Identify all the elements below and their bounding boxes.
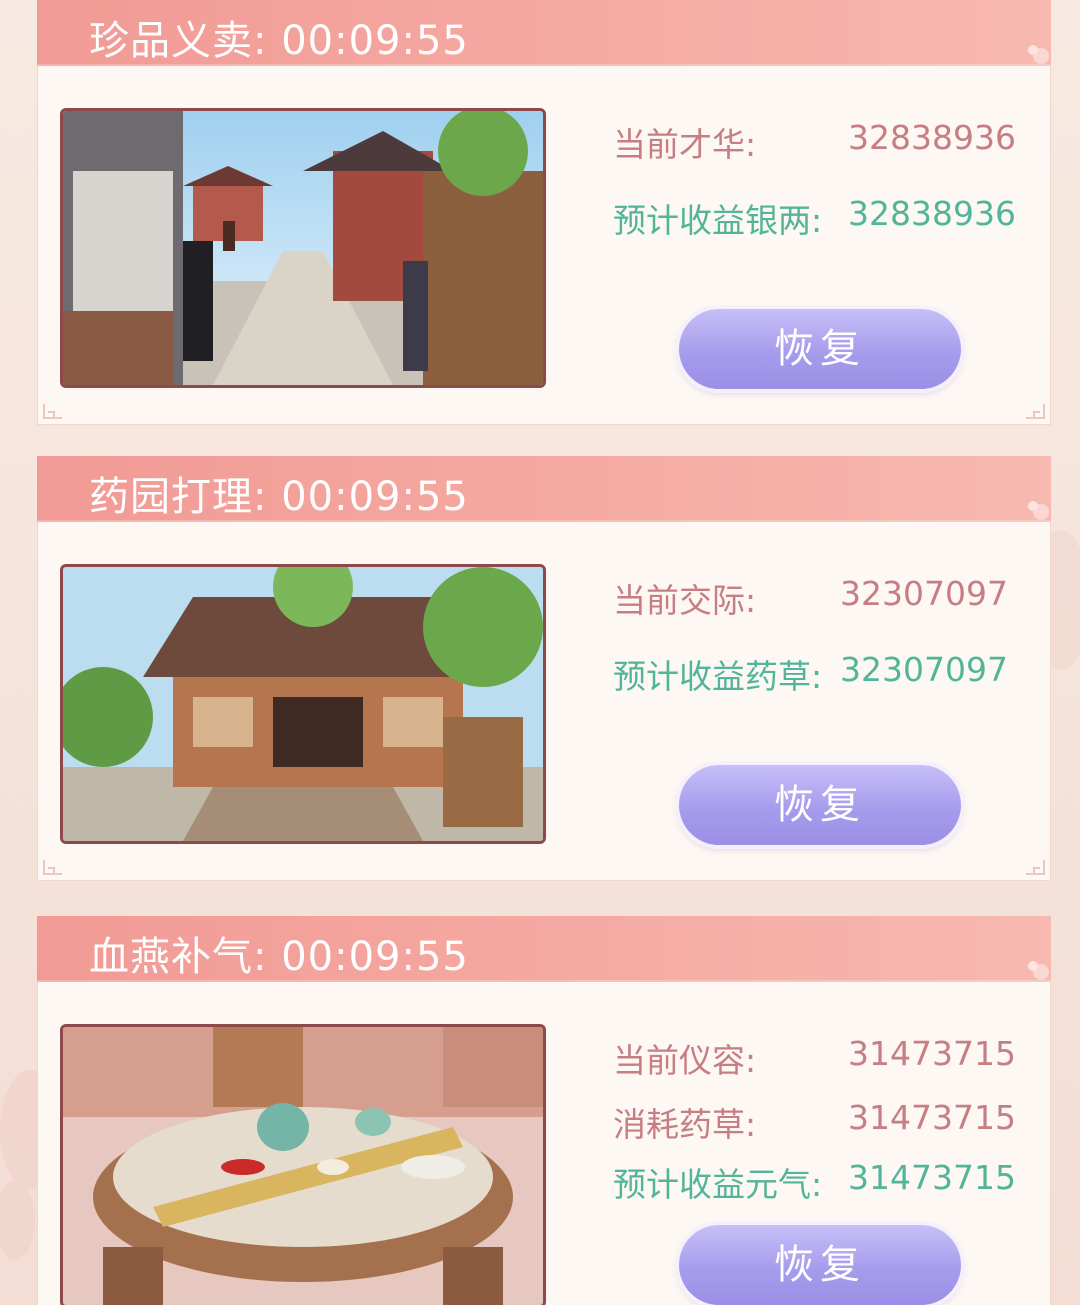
info-value: 31473715 <box>848 1034 1016 1073</box>
card-title: 血燕补气: 00:09:55 <box>89 934 469 980</box>
card-body: 当前仪容: 31473715 消耗药草: 31473715 预计收益元气: 31… <box>37 982 1051 1305</box>
info-label: 当前仪容: <box>613 1041 757 1080</box>
info-label: 预计收益元气: <box>613 1165 823 1204</box>
info-value: 32307097 <box>840 574 1008 613</box>
card-body: 当前才华: 32838936 预计收益银两: 32838936 恢复 <box>37 66 1051 425</box>
corner-ornament-icon <box>1026 860 1045 875</box>
info-label: 当前才华: <box>613 125 757 164</box>
corner-ornament-icon <box>43 860 62 875</box>
card-header: 血燕补气: 00:09:55 <box>37 916 1051 982</box>
info-label: 预计收益银两: <box>613 201 823 240</box>
herb-garden-scene <box>60 564 546 844</box>
info-row-social: 当前交际: <box>613 574 756 622</box>
tea-table-scene <box>60 1024 546 1305</box>
flower-deco-icon <box>1028 45 1049 64</box>
info-label: 消耗药草: <box>613 1105 757 1144</box>
corner-ornament-icon <box>1026 404 1045 419</box>
card-body: 当前交际: 32307097 预计收益药草: 32307097 恢复 <box>37 522 1051 881</box>
corner-ornament-icon <box>43 404 62 419</box>
restore-button[interactable]: 恢复 <box>679 1225 961 1305</box>
flower-deco-icon <box>1028 501 1049 520</box>
info-value: 32307097 <box>840 650 1008 689</box>
activity-card-bird-nest: 血燕补气: 00:09:55 当前仪容: 31473715 消耗药草: 3147… <box>37 916 1051 1305</box>
info-row-talent: 当前才华: <box>613 118 756 166</box>
info-value: 31473715 <box>848 1098 1016 1137</box>
card-header: 珍品义卖: 00:09:55 <box>37 0 1051 66</box>
info-row-appearance: 当前仪容: <box>613 1034 756 1082</box>
card-header: 药园打理: 00:09:55 <box>37 456 1051 522</box>
info-value: 31473715 <box>848 1158 1016 1197</box>
info-label: 当前交际: <box>613 581 757 620</box>
restore-button[interactable]: 恢复 <box>679 765 961 845</box>
info-row-herb-cost: 消耗药草: <box>613 1098 756 1146</box>
info-row-vitality: 预计收益元气: <box>613 1158 822 1206</box>
market-street-scene <box>60 108 546 388</box>
restore-button[interactable]: 恢复 <box>679 309 961 389</box>
flower-deco-icon <box>1028 961 1049 980</box>
card-title: 珍品义卖: 00:09:55 <box>89 18 469 64</box>
activity-card-charity-sale: 珍品义卖: 00:09:55 当前才华: 32838936 预计收益银两: 32… <box>37 0 1051 426</box>
info-row-herbs: 预计收益药草: <box>613 650 822 698</box>
info-label: 预计收益药草: <box>613 657 823 696</box>
info-row-silver: 预计收益银两: <box>613 194 822 242</box>
info-value: 32838936 <box>848 118 1016 157</box>
card-title: 药园打理: 00:09:55 <box>89 474 469 520</box>
info-value: 32838936 <box>848 194 1016 233</box>
activity-card-herb-garden: 药园打理: 00:09:55 当前交际: 32307097 预计收益药草: 32… <box>37 456 1051 882</box>
